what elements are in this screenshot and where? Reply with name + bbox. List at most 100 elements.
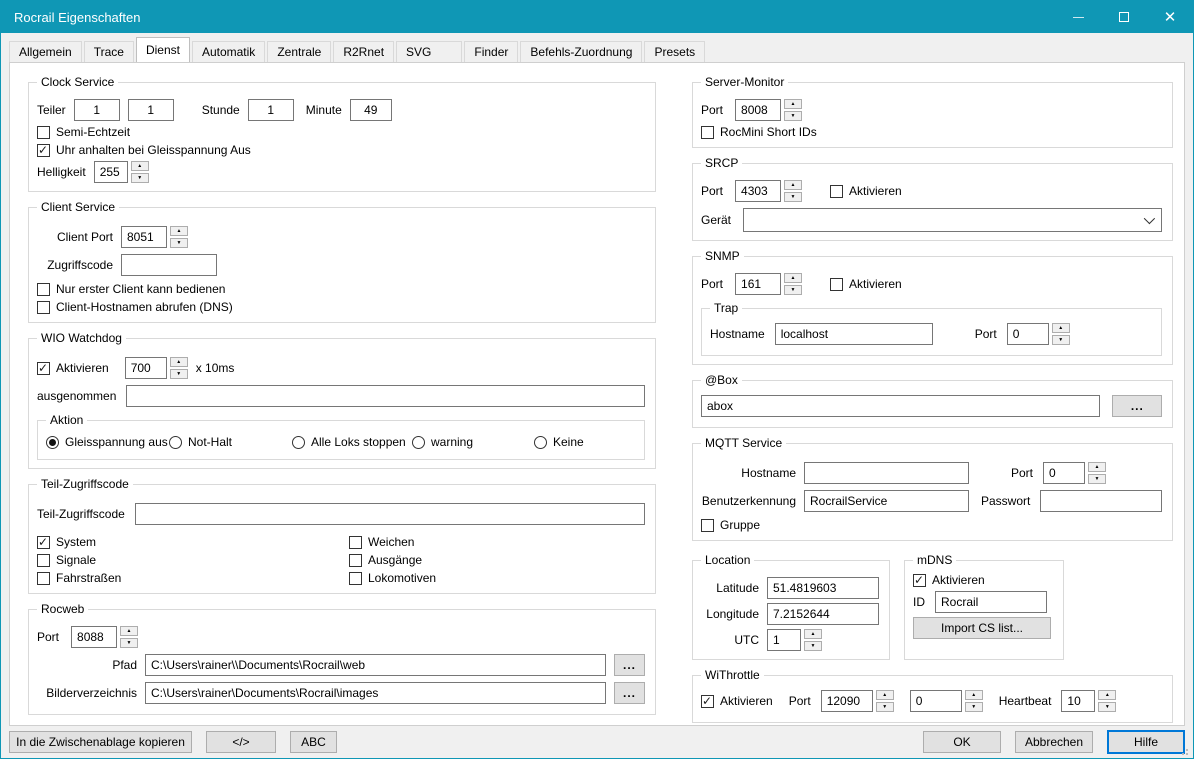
latitude-input[interactable] — [767, 577, 879, 599]
checkbox-lokomotiven[interactable]: Lokomotiven — [349, 571, 436, 585]
zugriffscode-input[interactable] — [121, 254, 217, 276]
tab-automatik[interactable]: Automatik — [192, 41, 265, 62]
srcp-port-input[interactable] — [735, 180, 781, 202]
spin-down-icon[interactable] — [784, 285, 802, 295]
spin-up-icon[interactable] — [1088, 462, 1106, 472]
checkbox-uhr-anhalten[interactable]: Uhr anhalten bei Gleisspannung Aus — [37, 143, 251, 157]
checkbox-ausgaenge[interactable]: Ausgänge — [349, 553, 422, 567]
checkbox-signale[interactable]: Signale — [37, 553, 96, 567]
radio-gleisspannung-aus[interactable]: Gleisspannung aus — [46, 435, 169, 449]
snmp-port-input[interactable] — [735, 273, 781, 295]
radio-not-halt[interactable]: Not-Halt — [169, 435, 292, 449]
abc-button[interactable]: ABC — [290, 731, 337, 753]
withrottle-port2-input[interactable] — [910, 690, 962, 712]
mqtt-hostname-input[interactable] — [804, 462, 969, 484]
tab-allgemein[interactable]: Allgemein — [9, 41, 82, 62]
checkbox-client-hostnamen-dns[interactable]: Client-Hostnamen abrufen (DNS) — [37, 300, 233, 314]
tab-finder[interactable]: Finder — [464, 41, 518, 62]
radio-keine[interactable]: Keine — [534, 435, 584, 449]
teiler1-input[interactable] — [74, 99, 120, 121]
resize-grip[interactable] — [1181, 746, 1191, 756]
spin-down-icon[interactable] — [965, 702, 983, 712]
heartbeat-input[interactable] — [1061, 690, 1095, 712]
rocweb-port-input[interactable] — [71, 626, 117, 648]
checkbox-weichen[interactable]: Weichen — [349, 535, 414, 549]
close-button[interactable]: ✕ — [1147, 1, 1193, 33]
mdns-id-input[interactable] — [935, 591, 1047, 613]
utc-input[interactable] — [767, 629, 801, 651]
spin-down-icon[interactable] — [1088, 474, 1106, 484]
teil-zugriffscode-input[interactable] — [135, 503, 645, 525]
import-cs-list-button[interactable]: Import CS list... — [913, 617, 1051, 639]
spin-up-icon[interactable] — [784, 273, 802, 283]
tab-r2rnet[interactable]: R2Rnet — [333, 41, 394, 62]
ok-button[interactable]: OK — [923, 731, 1001, 753]
mqtt-port-input[interactable] — [1043, 462, 1085, 484]
bilderverzeichnis-browse-button[interactable]: ... — [614, 682, 645, 704]
longitude-input[interactable] — [767, 603, 879, 625]
minute-input[interactable] — [350, 99, 392, 121]
tab-zentrale[interactable]: Zentrale — [267, 41, 331, 62]
checkbox-srcp-aktivieren[interactable]: Aktivieren — [830, 184, 902, 198]
checkbox-semi-echtzeit[interactable]: Semi-Echtzeit — [37, 125, 130, 139]
spin-down-icon[interactable] — [170, 369, 188, 379]
cancel-button[interactable]: Abbrechen — [1015, 731, 1093, 753]
checkbox-snmp-aktivieren[interactable]: Aktivieren — [830, 277, 902, 291]
radio-warning[interactable]: warning — [412, 435, 534, 449]
spin-down-icon[interactable] — [804, 641, 822, 651]
pfad-browse-button[interactable]: ... — [614, 654, 645, 676]
spin-down-icon[interactable] — [120, 638, 138, 648]
checkbox-fahrstrassen[interactable]: Fahrstraßen — [37, 571, 121, 585]
checkbox-rocmini-short-ids[interactable]: RocMini Short IDs — [701, 125, 817, 139]
spin-down-icon[interactable] — [1052, 335, 1070, 345]
spin-up-icon[interactable] — [804, 629, 822, 639]
teiler2-input[interactable] — [128, 99, 174, 121]
tab-presets[interactable]: Presets — [644, 41, 705, 62]
trap-port-input[interactable] — [1007, 323, 1049, 345]
xml-source-button[interactable]: </> — [206, 731, 276, 753]
spin-down-icon[interactable] — [784, 192, 802, 202]
spin-up-icon[interactable] — [965, 690, 983, 700]
maximize-button[interactable] — [1101, 1, 1147, 33]
spin-up-icon[interactable] — [170, 357, 188, 367]
bilderverzeichnis-input[interactable] — [145, 682, 606, 704]
spin-down-icon[interactable] — [876, 702, 894, 712]
checkbox-gruppe[interactable]: Gruppe — [701, 518, 760, 532]
abox-browse-button[interactable]: ... — [1112, 395, 1162, 417]
spin-down-icon[interactable] — [170, 238, 188, 248]
checkbox-nur-erster-client[interactable]: Nur erster Client kann bedienen — [37, 282, 225, 296]
checkbox-mdns-aktivieren[interactable]: Aktivieren — [913, 573, 985, 587]
spin-up-icon[interactable] — [1052, 323, 1070, 333]
withrottle-port-input[interactable] — [821, 690, 873, 712]
tab-trace[interactable]: Trace — [84, 41, 134, 62]
wio-value-input[interactable] — [125, 357, 167, 379]
tab-dienst[interactable]: Dienst — [136, 37, 190, 62]
spin-down-icon[interactable] — [1098, 702, 1116, 712]
spin-up-icon[interactable] — [131, 161, 149, 171]
helligkeit-input[interactable] — [94, 161, 128, 183]
tab-svg[interactable]: SVG — [396, 41, 462, 62]
spin-down-icon[interactable] — [131, 173, 149, 183]
pfad-input[interactable] — [145, 654, 606, 676]
abox-input[interactable] — [701, 395, 1100, 417]
copy-to-clipboard-button[interactable]: In die Zwischenablage kopieren — [9, 731, 192, 753]
checkbox-withrottle-aktivieren[interactable]: Aktivieren — [701, 694, 773, 708]
spin-up-icon[interactable] — [784, 180, 802, 190]
spin-up-icon[interactable] — [1098, 690, 1116, 700]
spin-down-icon[interactable] — [784, 111, 802, 121]
server-monitor-port-input[interactable] — [735, 99, 781, 121]
radio-alle-loks-stoppen[interactable]: Alle Loks stoppen — [292, 435, 412, 449]
checkbox-wio-aktivieren[interactable]: Aktivieren — [37, 361, 109, 375]
stunde-input[interactable] — [248, 99, 294, 121]
ausgenommen-input[interactable] — [126, 385, 645, 407]
minimize-button[interactable] — [1055, 1, 1101, 33]
benutzerkennung-input[interactable] — [804, 490, 969, 512]
checkbox-system[interactable]: System — [37, 535, 96, 549]
spin-up-icon[interactable] — [120, 626, 138, 636]
tab-befehls-zuordnung[interactable]: Befehls-Zuordnung — [520, 41, 642, 62]
geraet-combobox[interactable] — [743, 208, 1162, 232]
trap-hostname-input[interactable] — [775, 323, 933, 345]
client-port-input[interactable] — [121, 226, 167, 248]
spin-up-icon[interactable] — [784, 99, 802, 109]
spin-up-icon[interactable] — [170, 226, 188, 236]
